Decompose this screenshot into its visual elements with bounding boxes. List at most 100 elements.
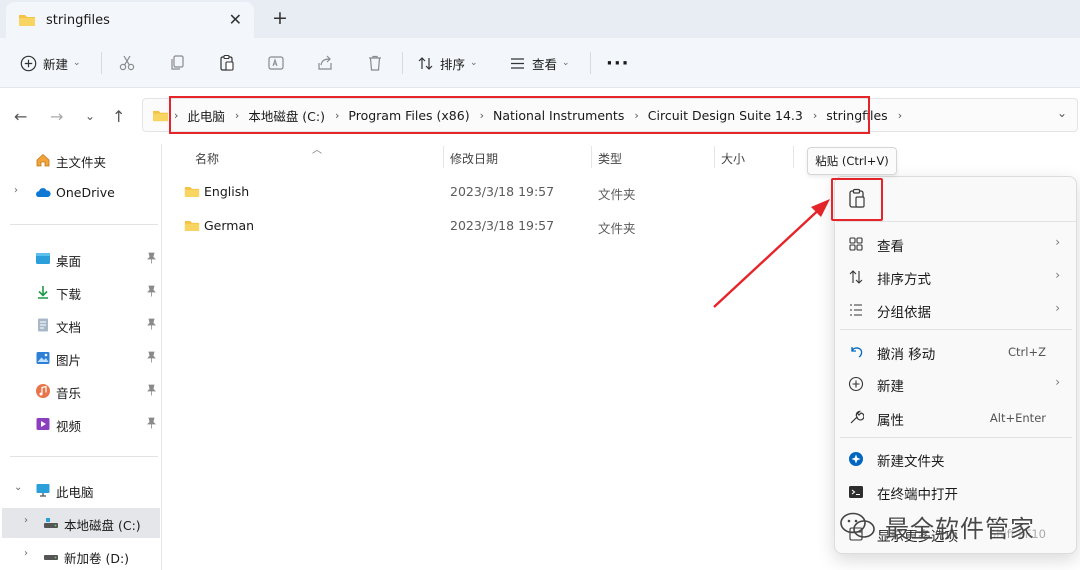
view-label: 查看 <box>532 56 558 72</box>
pin-icon[interactable] <box>146 318 157 330</box>
annotation-highlight-box <box>831 178 883 221</box>
picture-icon <box>36 352 50 364</box>
pin-icon[interactable] <box>146 285 157 297</box>
menu-item-shortcut: Ctrl+Z <box>1008 345 1046 359</box>
sidebar-item-local-disk-c[interactable]: › 本地磁盘 (C:) <box>2 508 160 538</box>
sidebar-item-label: 视频 <box>56 419 82 434</box>
sort-ascending-icon: ︿ <box>312 145 322 156</box>
chevron-right-icon: › <box>1055 235 1060 249</box>
column-header-size[interactable]: 大小 <box>721 150 745 167</box>
divider <box>10 224 158 225</box>
chevron-right-icon[interactable]: › <box>24 548 28 559</box>
pin-icon[interactable] <box>146 417 157 429</box>
column-divider[interactable] <box>714 146 715 168</box>
file-name: English <box>204 184 250 199</box>
column-divider[interactable] <box>443 146 444 168</box>
sidebar-item-videos[interactable]: 视频 <box>0 409 160 439</box>
divider <box>590 52 591 74</box>
sidebar-item-label: OneDrive <box>56 185 115 200</box>
chevron-right-icon[interactable]: › <box>14 185 18 196</box>
rename-button[interactable] <box>267 50 285 76</box>
divider <box>10 456 158 457</box>
menu-item-group-by[interactable]: 分组依据 › <box>835 294 1076 326</box>
menu-item-shortcut: Alt+Enter <box>989 411 1046 425</box>
pin-icon[interactable] <box>146 384 157 396</box>
menu-item-undo-move[interactable]: 撤消 移动 Ctrl+Z <box>835 336 1076 368</box>
column-header-modified[interactable]: 修改日期 <box>450 150 498 167</box>
more-button[interactable]: ··· <box>606 50 630 76</box>
column-header-type[interactable]: 类型 <box>598 150 622 167</box>
group-icon <box>850 304 862 316</box>
sidebar-item-label: 文档 <box>56 320 82 335</box>
document-icon <box>38 318 48 332</box>
new-tab-icon[interactable]: + <box>272 7 288 29</box>
column-divider[interactable] <box>591 146 592 168</box>
menu-item-new-folder[interactable]: 新建文件夹 <box>835 443 1076 475</box>
chevron-right-icon[interactable]: › <box>898 109 902 122</box>
column-divider[interactable] <box>793 146 794 168</box>
copy-icon <box>171 55 184 70</box>
file-modified: 2023/3/18 19:57 <box>450 218 555 233</box>
annotation-arrow <box>713 199 830 308</box>
menu-item-new[interactable]: 新建 › <box>835 368 1076 400</box>
rename-icon <box>268 56 284 70</box>
back-arrow-icon[interactable]: ← <box>14 107 27 126</box>
sidebar-item-new-volume-d[interactable]: › 新加卷 (D:) <box>0 541 160 570</box>
file-modified: 2023/3/18 19:57 <box>450 184 555 199</box>
sidebar-item-label: 图片 <box>56 353 82 368</box>
cloud-icon <box>36 188 51 197</box>
folder-icon <box>184 221 200 231</box>
sidebar-item-desktop[interactable]: 桌面 <box>0 244 160 274</box>
delete-button[interactable] <box>366 50 384 76</box>
folder-icon <box>184 187 200 197</box>
address-dropdown-icon[interactable]: ⌄ <box>1057 106 1067 120</box>
menu-item-label: 排序方式 <box>877 272 931 288</box>
sidebar-item-music[interactable]: 音乐 <box>0 376 160 406</box>
chevron-down-icon: ⌄ <box>73 58 81 68</box>
menu-item-properties[interactable]: 属性 Alt+Enter <box>835 402 1076 434</box>
sidebar-item-pictures[interactable]: 图片 <box>0 343 160 373</box>
forward-arrow-icon[interactable]: → <box>50 107 63 126</box>
share-button[interactable] <box>316 50 334 76</box>
copy-button[interactable] <box>168 50 186 76</box>
sidebar-item-documents[interactable]: 文档 <box>0 310 160 340</box>
new-folder-icon <box>849 452 863 466</box>
menu-item-sort-by[interactable]: 排序方式 › <box>835 261 1076 293</box>
pin-icon[interactable] <box>146 351 157 363</box>
recent-locations-icon[interactable]: ⌄ <box>85 109 95 123</box>
file-type: 文件夹 <box>598 221 636 236</box>
tab-stringfiles[interactable]: stringfiles ✕ <box>6 2 254 38</box>
close-tab-icon[interactable]: ✕ <box>229 10 242 29</box>
cut-button[interactable] <box>118 50 136 76</box>
sort-icon <box>849 270 863 284</box>
view-button[interactable]: 查看 ⌄ <box>509 50 570 76</box>
chevron-down-icon: ⌄ <box>562 58 570 68</box>
menu-item-view[interactable]: 查看 › <box>835 228 1076 260</box>
sidebar-item-this-pc[interactable]: ⌄ 此电脑 <box>0 475 160 505</box>
chevron-down-icon[interactable]: ⌄ <box>14 482 22 493</box>
tab-title: stringfiles <box>46 12 110 28</box>
paste-icon <box>220 54 234 71</box>
grid-icon <box>849 237 863 251</box>
sort-button[interactable]: 排序 ⌄ <box>417 50 478 76</box>
chevron-right-icon: › <box>1055 301 1060 315</box>
sidebar-item-onedrive[interactable]: › OneDrive <box>0 178 160 208</box>
column-header-name[interactable]: 名称 <box>195 150 219 167</box>
wrench-icon <box>850 410 864 424</box>
home-icon <box>36 153 50 167</box>
sidebar-item-label: 下载 <box>56 287 82 302</box>
trash-icon <box>369 55 381 71</box>
command-bar: 新建 ⌄ 排序 ⌄ 查看 ⌄ ··· <box>0 38 1080 88</box>
chevron-right-icon[interactable]: › <box>24 515 28 526</box>
navigation-pane: 主文件夹 › OneDrive 桌面 下载 文档 图片 音乐 视频 ⌄ 此电脑 … <box>0 144 162 570</box>
pin-icon[interactable] <box>146 252 157 264</box>
terminal-icon <box>849 486 863 498</box>
new-label: 新建 <box>43 56 69 72</box>
sidebar-item-home[interactable]: 主文件夹 <box>0 145 160 175</box>
up-arrow-icon[interactable]: ↑ <box>112 107 125 126</box>
menu-item-label: 撤消 移动 <box>877 347 936 363</box>
menu-item-open-in-terminal[interactable]: 在终端中打开 <box>835 476 1076 508</box>
sidebar-item-downloads[interactable]: 下载 <box>0 277 160 307</box>
new-button[interactable]: 新建 ⌄ <box>20 50 81 76</box>
paste-button[interactable] <box>218 50 236 76</box>
